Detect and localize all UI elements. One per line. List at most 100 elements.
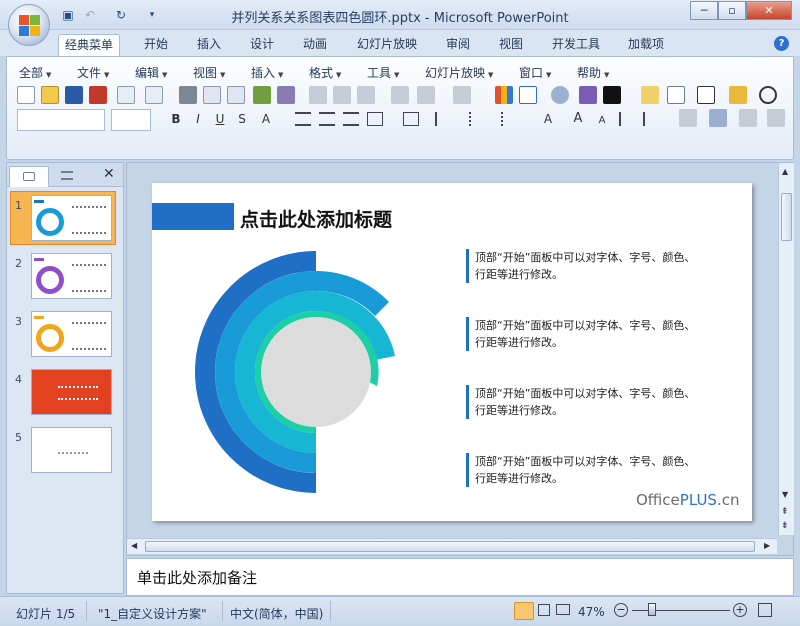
numbering-icon[interactable]: [469, 112, 485, 126]
menu-window[interactable]: 窗口 ▼: [519, 64, 551, 81]
tab-addins[interactable]: 加载项: [622, 34, 670, 56]
tab-design[interactable]: 设计: [244, 34, 280, 56]
slide-layout-icon[interactable]: [227, 86, 245, 104]
character-spacing-icon[interactable]: A: [257, 110, 275, 128]
columns-icon[interactable]: [403, 112, 419, 126]
zoom-in-icon[interactable]: +: [733, 603, 747, 617]
horizontal-scrollbar[interactable]: ◀ ▶: [127, 538, 777, 554]
slide-canvas[interactable]: 点击此处添加标题 顶部“开始”面板中可以对字体、字号、颜色、 行距等进行修改。 …: [152, 183, 752, 521]
tab-review[interactable]: 审阅: [440, 34, 476, 56]
previous-slide-icon[interactable]: ⇞: [781, 507, 789, 517]
cut-icon[interactable]: [309, 86, 327, 104]
save-icon[interactable]: ▣: [60, 7, 76, 23]
grow-font-icon[interactable]: A: [569, 110, 587, 128]
zoom-level[interactable]: 47%: [578, 605, 605, 619]
justify-icon[interactable]: [367, 112, 383, 126]
align-center-icon[interactable]: [319, 112, 335, 126]
menu-tools[interactable]: 工具 ▼: [367, 64, 399, 81]
zoom-slider-handle[interactable]: [648, 603, 656, 616]
bold-icon[interactable]: B: [167, 110, 185, 128]
search-icon[interactable]: [759, 86, 777, 104]
shape-outline-icon[interactable]: [709, 109, 727, 127]
normal-view-icon[interactable]: [514, 602, 534, 620]
redo-icon[interactable]: ↻: [113, 7, 129, 23]
scroll-down-icon[interactable]: ▼: [782, 490, 788, 499]
notes-pane[interactable]: 单击此处添加备注: [126, 558, 794, 596]
bullets-icon[interactable]: [501, 112, 517, 126]
tab-home[interactable]: 开始: [138, 34, 174, 56]
tab-animation[interactable]: 动画: [297, 34, 333, 56]
zoom-slider-track[interactable]: [632, 610, 730, 611]
slideshow-icon[interactable]: [556, 604, 570, 615]
close-button[interactable]: ✕: [746, 1, 792, 20]
research-icon[interactable]: [277, 86, 295, 104]
scroll-right-icon[interactable]: ▶: [764, 541, 770, 550]
globe-icon[interactable]: [551, 86, 569, 104]
menu-slideshow[interactable]: 幻灯片放映 ▼: [425, 64, 493, 81]
vertical-scrollbar[interactable]: ▲ ▼ ⇞ ⇟: [778, 163, 794, 535]
slide-thumbnail[interactable]: [31, 369, 112, 415]
font-size-combo[interactable]: [111, 109, 151, 131]
font-name-combo[interactable]: [17, 109, 105, 131]
color-grayscale-icon[interactable]: [579, 86, 597, 104]
shrink-font-icon[interactable]: A: [593, 112, 611, 130]
undo-icon[interactable]: [417, 86, 435, 104]
textbox-icon[interactable]: [697, 86, 715, 104]
new-icon[interactable]: [17, 86, 35, 104]
text-block[interactable]: 顶部“开始”面板中可以对字体、字号、颜色、 行距等进行修改。: [466, 317, 716, 351]
slide-thumbnail[interactable]: [31, 253, 112, 299]
menu-insert[interactable]: 插入 ▼: [251, 64, 283, 81]
zoom-out-icon[interactable]: −: [614, 603, 628, 617]
undo-icon[interactable]: ↶: [82, 7, 98, 23]
spelling-icon[interactable]: [253, 86, 271, 104]
arrange-icon[interactable]: [767, 109, 785, 127]
attach-icon[interactable]: [145, 86, 163, 104]
slide-title[interactable]: 点击此处添加标题: [240, 205, 392, 232]
text-block[interactable]: 顶部“开始”面板中可以对字体、字号、颜色、 行距等进行修改。: [466, 249, 716, 283]
help-icon[interactable]: ?: [774, 36, 789, 51]
increase-indent-icon[interactable]: [643, 112, 659, 126]
font-color-icon[interactable]: A: [539, 110, 557, 128]
scroll-up-icon[interactable]: ▲: [782, 167, 788, 176]
text-direction-icon[interactable]: [435, 112, 451, 126]
shape-fill-icon[interactable]: [679, 109, 697, 127]
menu-file[interactable]: 文件 ▼: [77, 64, 109, 81]
print-icon[interactable]: [179, 86, 197, 104]
menu-view[interactable]: 视图 ▼: [193, 64, 225, 81]
italic-icon[interactable]: I: [189, 110, 207, 128]
align-right-icon[interactable]: [343, 112, 359, 126]
scroll-thumb[interactable]: [145, 541, 755, 552]
minimize-button[interactable]: ─: [690, 1, 718, 20]
customize-qat-icon[interactable]: ▾: [144, 7, 160, 23]
copy-icon[interactable]: [333, 86, 351, 104]
new-slide-icon[interactable]: [641, 86, 659, 104]
menu-help[interactable]: 帮助 ▼: [577, 64, 609, 81]
menu-all[interactable]: 全部 ▼: [19, 64, 51, 81]
fit-window-icon[interactable]: [758, 603, 772, 617]
next-slide-icon[interactable]: ⇟: [781, 521, 789, 531]
menu-edit[interactable]: 编辑 ▼: [135, 64, 167, 81]
black-white-icon[interactable]: [603, 86, 621, 104]
tab-developer[interactable]: 开发工具: [546, 34, 606, 56]
chart-icon[interactable]: [495, 86, 513, 104]
text-block[interactable]: 顶部“开始”面板中可以对字体、字号、颜色、 行距等进行修改。: [466, 453, 716, 487]
tab-slideshow[interactable]: 幻灯片放映: [351, 34, 423, 56]
slide-thumbnail[interactable]: [31, 195, 112, 241]
underline-icon[interactable]: U: [211, 110, 229, 128]
shadow-icon[interactable]: S: [233, 110, 251, 128]
pdf-icon[interactable]: [89, 86, 107, 104]
scroll-left-icon[interactable]: ◀: [131, 541, 137, 550]
tab-view[interactable]: 视图: [493, 34, 529, 56]
close-icon[interactable]: ✕: [103, 166, 115, 182]
scroll-thumb[interactable]: [781, 193, 792, 241]
align-left-icon[interactable]: [295, 112, 311, 126]
save-icon[interactable]: [65, 86, 83, 104]
text-block[interactable]: 顶部“开始”面板中可以对字体、字号、颜色、 行距等进行修改。: [466, 385, 716, 419]
language-indicator[interactable]: 中文(简体，中国): [230, 605, 323, 622]
folder-icon[interactable]: [729, 86, 747, 104]
restore-button[interactable]: ▫: [718, 1, 746, 20]
tab-outline[interactable]: [51, 166, 91, 187]
open-icon[interactable]: [41, 86, 59, 104]
slide-thumbnail[interactable]: [31, 427, 112, 473]
permission-icon[interactable]: [117, 86, 135, 104]
